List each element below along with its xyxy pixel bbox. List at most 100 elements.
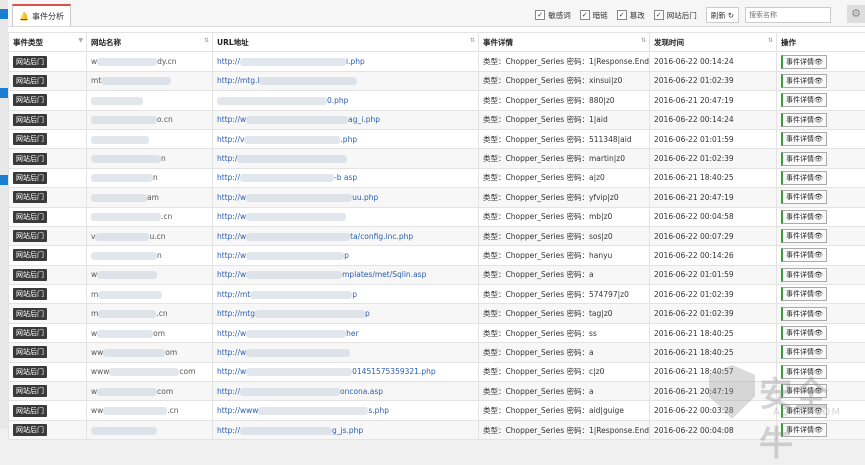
url-link[interactable]: http://w [217,329,246,338]
cell-url[interactable]: http://wher [213,323,479,342]
tab-event-analysis[interactable]: 🔔 事件分析 [12,4,71,26]
url-link[interactable]: http:// [217,426,240,435]
cell-url[interactable]: http://mt p [213,285,479,304]
cell-url[interactable]: http://mtg p [213,304,479,323]
filter-checkbox[interactable]: ✓篡改 [617,10,645,21]
event-detail-button[interactable]: 事件详情👁 [781,113,827,127]
sort-icon[interactable]: ⇅ [641,37,646,44]
event-detail-button[interactable]: 事件详情👁 [781,171,827,185]
checkbox-icon[interactable]: ✓ [654,10,664,20]
url-link[interactable]: http://w [217,212,246,221]
event-detail-button[interactable]: 事件详情👁 [781,248,827,262]
url-suffix[interactable]: 0.php [327,96,348,105]
url-link[interactable]: http://v [217,135,244,144]
sort-icon[interactable]: ⇅ [204,37,209,44]
header-event-type[interactable]: 事件类型▼ [9,33,87,52]
cell-url[interactable]: http://w [213,343,479,362]
cell-url[interactable]: http:// g_js.php [213,420,479,439]
url-link[interactable]: http:// [217,57,240,66]
url-suffix[interactable]: p [352,290,357,299]
url-suffix[interactable]: s.php [368,406,389,415]
cell-url[interactable]: http:/ [213,149,479,168]
table-row[interactable]: 网站后门womhttp://wher类型：Chopper_Series 密码：s… [9,323,865,342]
header-url[interactable]: URL地址⇅ [213,33,479,52]
event-detail-button[interactable]: 事件详情👁 [781,74,827,88]
cell-url[interactable]: http://w 01451575359321.php [213,362,479,381]
event-detail-button[interactable]: 事件详情👁 [781,326,827,340]
header-site-name[interactable]: 网站名称⇅ [87,33,213,52]
refresh-button[interactable]: 刷新↻ [706,7,739,23]
url-suffix[interactable]: p [344,251,349,260]
url-suffix[interactable]: g_js.php [332,426,363,435]
table-row[interactable]: 网站后门amhttp://wuu.php类型：Chopper_Series 密码… [9,188,865,207]
checkbox-icon[interactable]: ✓ [617,10,627,20]
url-suffix[interactable]: i.php [346,57,365,66]
url-suffix[interactable]: ag_i.php [348,115,380,124]
url-link[interactable]: http://w [217,367,246,376]
filter-arrow-icon[interactable]: ▼ [78,37,83,44]
url-link[interactable]: http://mtg [217,309,255,318]
url-link[interactable]: http://w [217,348,246,357]
url-link[interactable]: http:/ [217,154,237,163]
header-event-detail[interactable]: 事件详情⇅ [479,33,650,52]
url-link[interactable]: http://w [217,193,246,202]
url-link[interactable]: http://www [217,406,258,415]
table-row[interactable]: 网站后门whttp://wmplates/met/Sqlin.asp类型：Cho… [9,265,865,284]
url-suffix[interactable]: ta/config.inc.php [350,232,413,241]
table-row[interactable]: 网站后门vu.cnhttp://wta/config.inc.php类型：Cho… [9,226,865,245]
checkbox-icon[interactable]: ✓ [535,10,545,20]
cell-url[interactable]: http://w [213,207,479,226]
table-row[interactable]: 网站后门0.php类型：Chopper_Series 密码：880|z02016… [9,91,865,110]
url-suffix[interactable]: mplates/met/Sqlin.asp [342,270,426,279]
table-row[interactable]: 网站后门http://v.php类型：Chopper_Series 密码：511… [9,129,865,148]
header-found-time[interactable]: 发现时间⇅ [650,33,777,52]
url-link[interactable]: http://w [217,115,246,124]
cell-url[interactable]: 0.php [213,91,479,110]
filter-checkbox[interactable]: ✓敏感词 [535,10,571,21]
url-link[interactable]: http://w [217,270,246,279]
event-detail-button[interactable]: 事件详情👁 [781,268,827,282]
table-row[interactable]: 网站后门wwomhttp://w类型：Chopper_Series 密码：a20… [9,343,865,362]
table-row[interactable]: 网站后门http://g_js.php类型：Chopper_Series 密码：… [9,420,865,439]
url-suffix[interactable]: p [365,309,370,318]
cell-url[interactable]: http://w ag_i.php [213,110,479,129]
event-detail-button[interactable]: 事件详情👁 [781,345,827,359]
event-detail-button[interactable]: 事件详情👁 [781,287,827,301]
table-row[interactable]: 网站后门o.cnhttp://wag_i.php类型：Chopper_Serie… [9,110,865,129]
table-row[interactable]: 网站后门nhttp:/类型：Chopper_Series 密码：martin|z… [9,149,865,168]
cell-url[interactable]: http:// oncona.asp [213,382,479,401]
cell-url[interactable]: http://w mplates/met/Sqlin.asp [213,265,479,284]
table-row[interactable]: 网站后门mthttp://mtg.l类型：Chopper_Series 密码：x… [9,71,865,90]
url-link[interactable]: http://w [217,232,246,241]
event-detail-button[interactable]: 事件详情👁 [781,229,827,243]
url-link[interactable]: http://w [217,251,246,260]
table-row[interactable]: 网站后门m.cnhttp://mtgp类型：Chopper_Series 密码：… [9,304,865,323]
url-suffix[interactable]: oncona.asp [340,387,383,396]
url-suffix[interactable]: 01451575359321.php [352,367,435,376]
table-row[interactable]: 网站后门nhttp://-b asp类型：Chopper_Series 密码：a… [9,168,865,187]
table-row[interactable]: 网站后门.cnhttp://w类型：Chopper_Series 密码：mb|z… [9,207,865,226]
cell-url[interactable]: http://www s.php [213,401,479,420]
gear-icon[interactable]: ⚙ [847,5,865,23]
url-link[interactable]: http:// [217,387,240,396]
cell-url[interactable]: http://v .php [213,129,479,148]
checkbox-icon[interactable]: ✓ [580,10,590,20]
table-row[interactable]: 网站后门wdy.cnhttp://i.php类型：Chopper_Series … [9,52,865,71]
event-detail-button[interactable]: 事件详情👁 [781,152,827,166]
event-detail-button[interactable]: 事件详情👁 [781,132,827,146]
filter-checkbox[interactable]: ✓暗链 [580,10,608,21]
event-detail-button[interactable]: 事件详情👁 [781,307,827,321]
event-detail-button[interactable]: 事件详情👁 [781,190,827,204]
table-row[interactable]: 网站后门nhttp://wp类型：Chopper_Series 密码：hanyu… [9,246,865,265]
url-link[interactable]: http://mt [217,290,250,299]
sort-icon[interactable]: ⇅ [470,37,475,44]
event-detail-button[interactable]: 事件详情👁 [781,93,827,107]
url-link[interactable]: http://mtg.l [217,76,259,85]
filter-checkbox[interactable]: ✓网站后门 [654,10,697,21]
event-detail-button[interactable]: 事件详情👁 [781,210,827,224]
cell-url[interactable]: http://w p [213,246,479,265]
cell-url[interactable]: http://w ta/config.inc.php [213,226,479,245]
event-detail-button[interactable]: 事件详情👁 [781,55,827,69]
url-suffix[interactable]: .php [340,135,357,144]
cell-url[interactable]: http://-b asp [213,168,479,187]
